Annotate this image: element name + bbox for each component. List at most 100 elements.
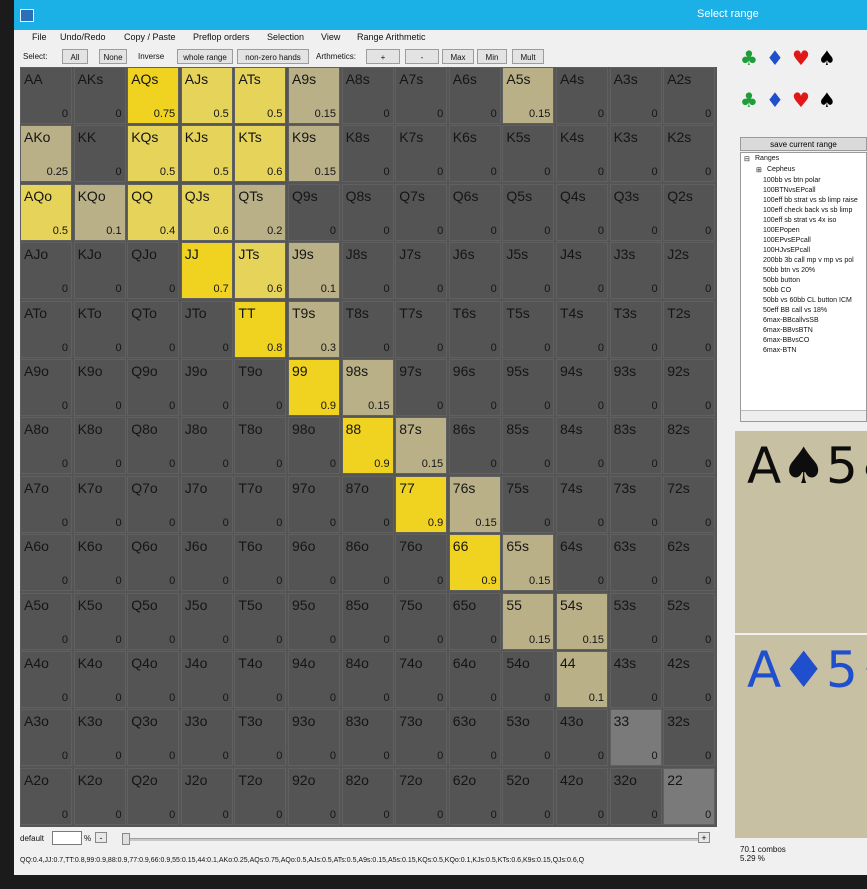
- hand-cell-T8s[interactable]: T8s 0: [341, 300, 394, 358]
- hand-cell-T9s[interactable]: T9s 0.3: [288, 300, 340, 358]
- tree-item[interactable]: 100eff check back vs sb limp: [763, 207, 852, 214]
- hand-cell-J9o[interactable]: J9o 0: [180, 359, 233, 416]
- tree-item[interactable]: 6max-BBcallvsSB: [763, 317, 819, 324]
- hand-cell-Q2s[interactable]: Q2s 0: [663, 183, 716, 241]
- hand-cell-K8s[interactable]: K8s 0: [341, 125, 394, 183]
- hand-cell-K7o[interactable]: K7o 0: [73, 475, 126, 533]
- hand-cell-42s[interactable]: 42s 0: [663, 651, 716, 708]
- hand-cell-T5s[interactable]: T5s 0: [502, 300, 555, 358]
- hand-cell-96s[interactable]: 96s 0: [448, 359, 501, 416]
- hand-cell-42o[interactable]: 42o 0: [556, 767, 608, 825]
- hand-cell-74s[interactable]: 74s 0: [556, 475, 608, 533]
- hand-cell-T7s[interactable]: T7s 0: [395, 300, 448, 358]
- arith-minus-button[interactable]: -: [405, 49, 439, 64]
- hand-cell-K2s[interactable]: K2s 0: [663, 125, 716, 183]
- club-icon[interactable]: ♣: [740, 48, 758, 68]
- hand-cell-K4s[interactable]: K4s 0: [556, 125, 608, 183]
- hand-cell-J7s[interactable]: J7s 0: [395, 242, 448, 300]
- hand-cell-T9o[interactable]: T9o 0: [234, 359, 287, 416]
- hand-cell-84s[interactable]: 84s 0: [556, 417, 608, 475]
- hand-cell-AQs[interactable]: AQs 0.75: [127, 67, 180, 124]
- hand-cell-J4s[interactable]: J4s 0: [556, 242, 608, 300]
- tree-item[interactable]: 6max-BBvsCO: [763, 337, 809, 344]
- hand-cell-82s[interactable]: 82s 0: [663, 417, 716, 475]
- hand-cell-A6s[interactable]: A6s 0: [448, 67, 501, 124]
- hand-cell-99[interactable]: 99 0.9: [288, 359, 340, 416]
- hand-cell-63o[interactable]: 63o 0: [448, 709, 501, 767]
- inverse-button[interactable]: Inverse: [138, 52, 164, 61]
- select-all-button[interactable]: All: [62, 49, 88, 64]
- hand-cell-83s[interactable]: 83s 0: [609, 417, 662, 475]
- hand-cell-K7s[interactable]: K7s 0: [395, 125, 448, 183]
- hand-cell-73o[interactable]: 73o 0: [395, 709, 448, 767]
- hand-cell-97o[interactable]: 97o 0: [288, 475, 340, 533]
- percent-slider-track[interactable]: [124, 838, 702, 841]
- hand-cell-75o[interactable]: 75o 0: [395, 592, 448, 650]
- hand-cell-64o[interactable]: 64o 0: [448, 651, 501, 708]
- hand-cell-Q6s[interactable]: Q6s 0: [448, 183, 501, 241]
- menu-range-arithmetic[interactable]: Range Arithmetic: [357, 32, 426, 42]
- hand-cell-A7s[interactable]: A7s 0: [395, 67, 448, 124]
- hand-cell-62s[interactable]: 62s 0: [663, 534, 716, 592]
- hand-cell-T2o[interactable]: T2o 0: [234, 767, 287, 825]
- tree-item[interactable]: 50bb CO: [763, 287, 791, 294]
- hand-cell-32o[interactable]: 32o 0: [609, 767, 662, 825]
- tree-item[interactable]: 50eff BB call vs 18%: [763, 307, 827, 314]
- hand-cell-J2o[interactable]: J2o 0: [180, 767, 233, 825]
- arith-mult-button[interactable]: Mult: [512, 49, 544, 64]
- hand-cell-A9o[interactable]: A9o 0: [20, 359, 72, 416]
- tree-expand-icon[interactable]: ⊞: [756, 166, 762, 174]
- hand-cell-AA[interactable]: AA 0: [20, 67, 72, 124]
- save-current-range-button[interactable]: save current range: [740, 137, 867, 151]
- hand-cell-76s[interactable]: 76s 0.15: [448, 475, 501, 533]
- tree-item[interactable]: 50bb btn vs 20%: [763, 267, 815, 274]
- tree-item[interactable]: 6max-BTN: [763, 347, 796, 354]
- diamond-icon[interactable]: ♦: [766, 90, 784, 110]
- hand-cell-43o[interactable]: 43o 0: [556, 709, 608, 767]
- hand-cell-A9s[interactable]: A9s 0.15: [288, 67, 340, 124]
- hand-cell-43s[interactable]: 43s 0: [609, 651, 662, 708]
- hand-cell-52s[interactable]: 52s 0: [663, 592, 716, 650]
- hand-cell-KJo[interactable]: KJo 0: [73, 242, 126, 300]
- ranges-tree[interactable]: ⊟ Ranges ⊞ Cepheus 100bb vs btn polar 100…: [740, 152, 867, 422]
- hand-cell-AKs[interactable]: AKs 0: [73, 67, 126, 124]
- hand-cell-85o[interactable]: 85o 0: [341, 592, 394, 650]
- hand-cell-J8s[interactable]: J8s 0: [341, 242, 394, 300]
- hand-cell-A4s[interactable]: A4s 0: [556, 67, 608, 124]
- hand-cell-53o[interactable]: 53o 0: [502, 709, 555, 767]
- hand-cell-T6s[interactable]: T6s 0: [448, 300, 501, 358]
- hand-cell-65o[interactable]: 65o 0: [448, 592, 501, 650]
- menu-file[interactable]: File: [32, 32, 47, 42]
- hand-cell-96o[interactable]: 96o 0: [288, 534, 340, 592]
- hand-cell-QJo[interactable]: QJo 0: [127, 242, 180, 300]
- hand-cell-K5s[interactable]: K5s 0: [502, 125, 555, 183]
- hand-cell-Q2o[interactable]: Q2o 0: [127, 767, 180, 825]
- hand-cell-K8o[interactable]: K8o 0: [73, 417, 126, 475]
- hand-cell-Q5s[interactable]: Q5s 0: [502, 183, 555, 241]
- hand-cell-62o[interactable]: 62o 0: [448, 767, 501, 825]
- hand-cell-Q3o[interactable]: Q3o 0: [127, 709, 180, 767]
- heart-icon[interactable]: ♥: [792, 48, 810, 68]
- heart-icon[interactable]: ♥: [792, 90, 810, 110]
- tree-item[interactable]: 100bb vs btn polar: [763, 177, 821, 184]
- arith-plus-button[interactable]: +: [366, 49, 400, 64]
- hand-cell-A6o[interactable]: A6o 0: [20, 534, 72, 592]
- hand-cell-KTs[interactable]: KTs 0.6: [234, 125, 287, 183]
- hand-cell-K5o[interactable]: K5o 0: [73, 592, 126, 650]
- hand-cell-A5s[interactable]: A5s 0.15: [502, 67, 555, 124]
- hand-cell-22[interactable]: 22 0: [663, 767, 716, 825]
- hand-cell-QQ[interactable]: QQ 0.4: [127, 183, 180, 241]
- hand-cell-87s[interactable]: 87s 0.15: [395, 417, 448, 475]
- tree-item[interactable]: 50bb button: [763, 277, 800, 284]
- hand-cell-K2o[interactable]: K2o 0: [73, 767, 126, 825]
- hand-cell-JJ[interactable]: JJ 0.7: [180, 242, 233, 300]
- hand-cell-86s[interactable]: 86s 0: [448, 417, 501, 475]
- hand-cell-K6o[interactable]: K6o 0: [73, 534, 126, 592]
- hand-cell-65s[interactable]: 65s 0.15: [502, 534, 555, 592]
- spade-icon[interactable]: ♠: [818, 48, 836, 68]
- hand-cell-84o[interactable]: 84o 0: [341, 651, 394, 708]
- tree-item[interactable]: 200bb 3b call mp v mp vs pol: [763, 257, 854, 264]
- hand-cell-72o[interactable]: 72o 0: [395, 767, 448, 825]
- hand-cell-QJs[interactable]: QJs 0.6: [180, 183, 233, 241]
- hand-cell-77[interactable]: 77 0.9: [395, 475, 448, 533]
